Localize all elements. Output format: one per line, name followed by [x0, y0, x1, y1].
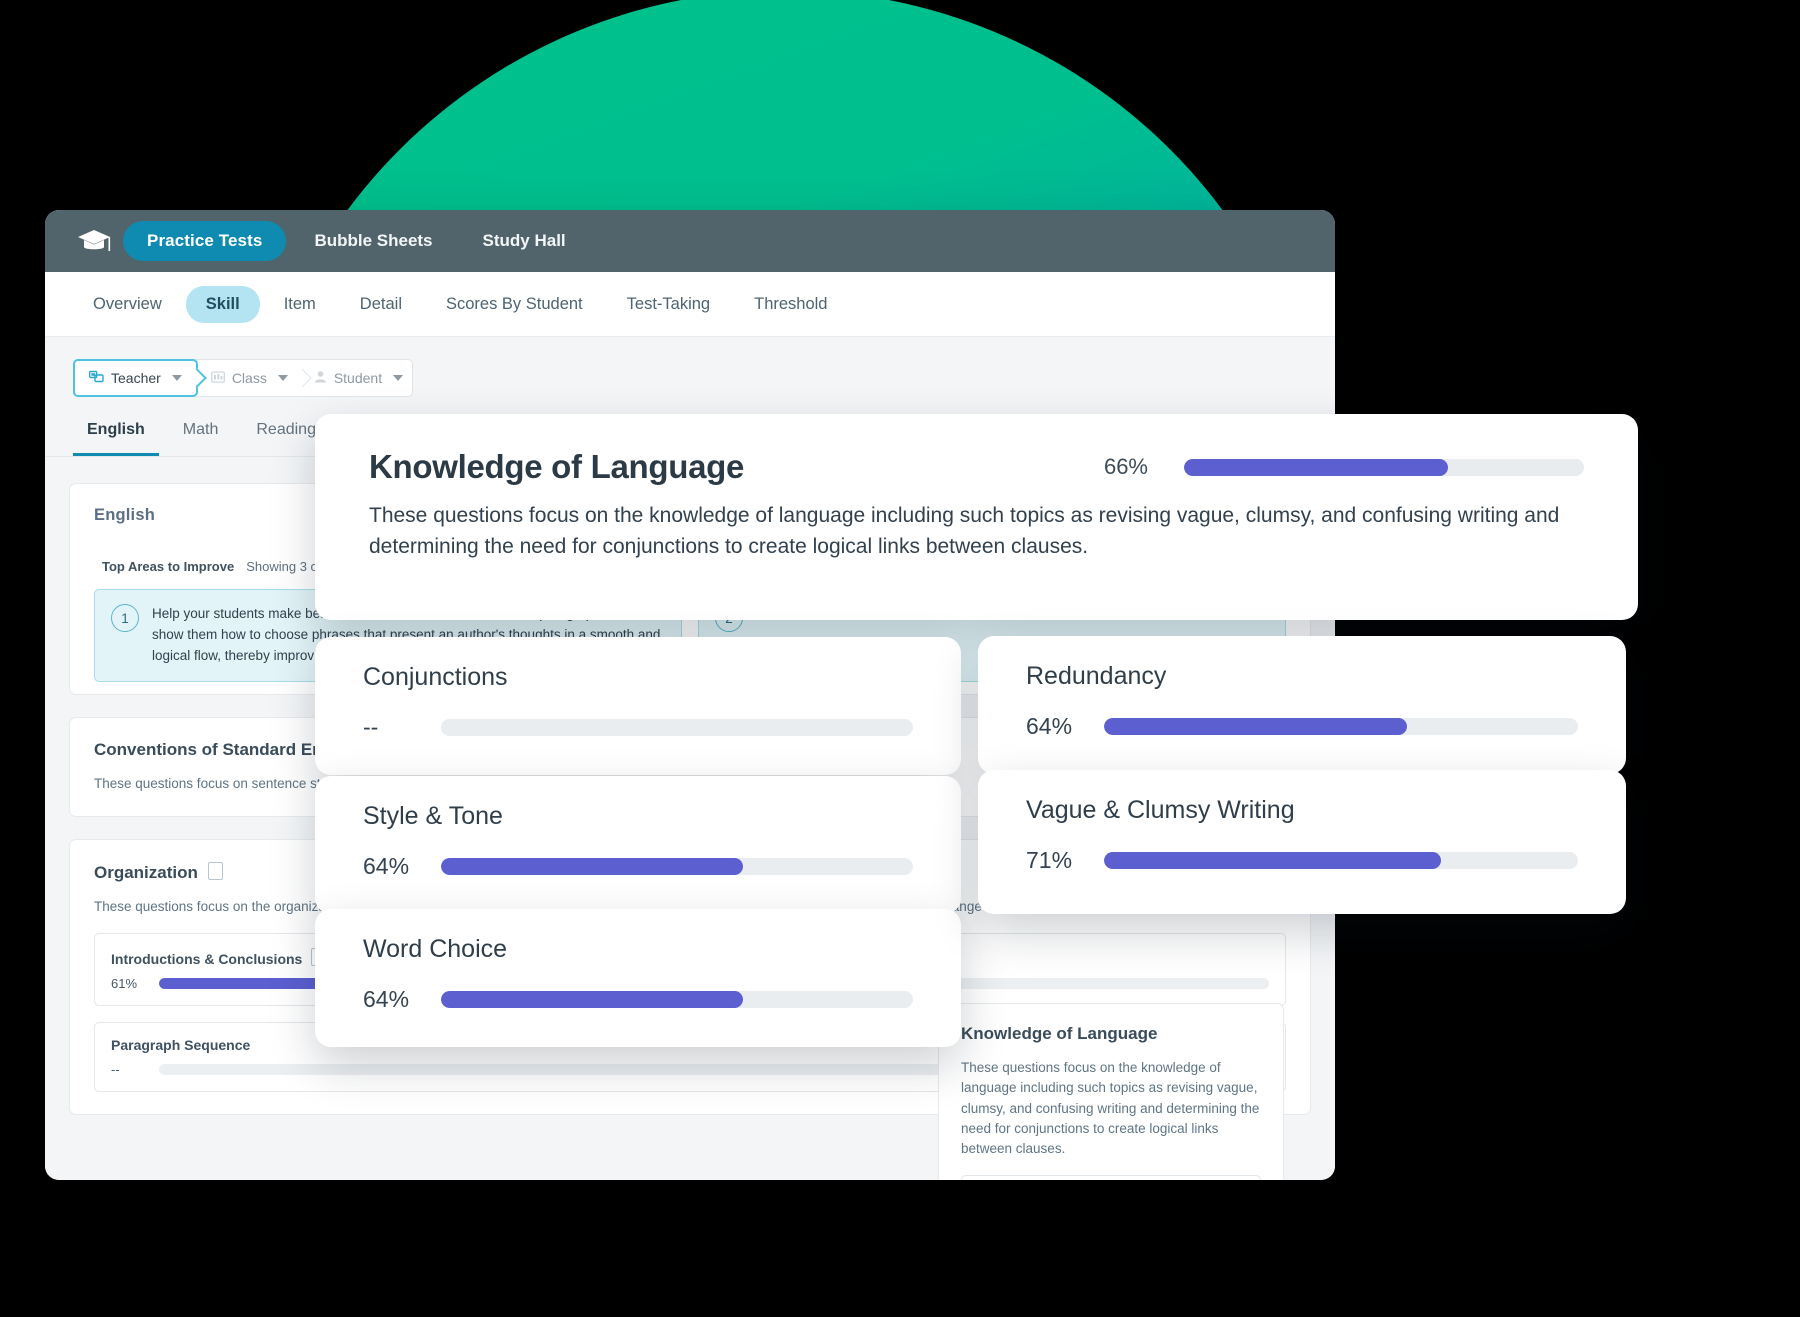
breadcrumb: Teacher Class Student — [73, 359, 413, 397]
overlay-card-title: Word Choice — [363, 935, 508, 963]
overlay-card-percent: 64% — [1026, 713, 1073, 739]
topnav-item-study-hall[interactable]: Study Hall — [461, 221, 588, 261]
top-navigation-bar: Practice Tests Bubble Sheets Study Hall — [45, 210, 1335, 272]
knowledge-of-language-panel: Knowledge of Language These questions fo… — [938, 1003, 1284, 1180]
overlay-card-percent: 64% — [363, 986, 410, 1012]
subject-tab-english[interactable]: English — [73, 411, 159, 456]
overlay-card-word-choice[interactable]: Word Choice 64% — [315, 909, 961, 1047]
sub-navigation-tabs: Overview Skill Item Detail Scores By Stu… — [45, 272, 1335, 337]
breadcrumb-class[interactable]: Class — [197, 360, 312, 396]
teacher-icon — [88, 370, 104, 386]
overlay-card-progress-bar — [1104, 718, 1578, 735]
topnav-item-bubble-sheets[interactable]: Bubble Sheets — [292, 221, 454, 261]
overlay-card-title: Vague & Clumsy Writing — [1026, 796, 1295, 824]
overlay-main-description: These questions focus on the knowledge o… — [369, 504, 1560, 559]
chevron-down-icon[interactable] — [277, 375, 288, 381]
skill-name-text: Introductions & Conclusions — [111, 951, 303, 968]
topnav-item-practice-tests[interactable]: Practice Tests — [123, 221, 287, 261]
overlay-card-percent: 71% — [1026, 847, 1073, 873]
graduation-cap-icon — [71, 221, 117, 261]
overlay-card-style-tone[interactable]: Style & Tone 64% — [315, 776, 961, 914]
breadcrumb-teacher-label: Teacher — [111, 370, 161, 386]
overlay-card-progress-bar — [441, 991, 913, 1008]
tab-skill[interactable]: Skill — [185, 285, 260, 323]
breadcrumb-teacher[interactable]: Teacher — [73, 359, 207, 397]
overlay-card-percent: 64% — [363, 853, 410, 879]
panel-title: Knowledge of Language — [961, 1024, 1158, 1043]
overlay-card-progress-bar — [441, 858, 913, 875]
tip-number: 1 — [111, 604, 139, 632]
skill-row-conjunctions[interactable]: Conjunctions -- — [961, 1175, 1261, 1180]
subject-tab-math[interactable]: Math — [169, 411, 233, 456]
panel-description: These questions focus on the knowledge o… — [961, 1060, 1260, 1156]
student-icon — [314, 370, 327, 386]
tab-scores-by-student[interactable]: Scores By Student — [426, 286, 603, 323]
overlay-card-progress-bar — [1104, 852, 1578, 869]
tab-item[interactable]: Item — [264, 286, 336, 323]
chevron-down-icon[interactable] — [393, 375, 404, 381]
overlay-main-progress-bar — [1184, 458, 1584, 476]
tab-detail[interactable]: Detail — [340, 286, 422, 323]
overlay-card-title: Redundancy — [1026, 662, 1167, 690]
tab-test-taking[interactable]: Test-Taking — [607, 286, 730, 323]
overlay-card-percent: -- — [363, 714, 379, 740]
top-areas-title: Top Areas to Improve — [102, 559, 235, 574]
overlay-card-progress-bar — [441, 719, 913, 736]
overlay-card-redundancy[interactable]: Redundancy 64% — [978, 636, 1626, 774]
breadcrumb-class-label: Class — [231, 370, 267, 386]
overlay-main-title: Knowledge of Language — [369, 448, 745, 485]
overlay-card-title: Conjunctions — [363, 663, 508, 691]
note-icon[interactable] — [207, 862, 223, 881]
section-title-text: Organization — [94, 863, 198, 883]
chevron-down-icon[interactable] — [171, 375, 182, 381]
breadcrumb-student-label: Student — [333, 370, 383, 386]
skill-percent: 61% — [111, 976, 138, 992]
overlay-main-percent: 66% — [1103, 454, 1148, 479]
skill-percent: -- — [111, 1062, 120, 1078]
overlay-card-vague-clumsy-writing[interactable]: Vague & Clumsy Writing 71% — [978, 770, 1626, 914]
overlay-card-conjunctions[interactable]: Conjunctions -- — [315, 637, 961, 775]
overlay-card-knowledge-of-language[interactable]: Knowledge of Language 66% These question… — [315, 414, 1638, 620]
overlay-card-title: Style & Tone — [363, 802, 503, 830]
tab-overview[interactable]: Overview — [73, 286, 182, 323]
tab-threshold[interactable]: Threshold — [734, 286, 847, 323]
class-icon — [210, 370, 225, 386]
breadcrumb-student[interactable]: Student — [300, 360, 415, 396]
